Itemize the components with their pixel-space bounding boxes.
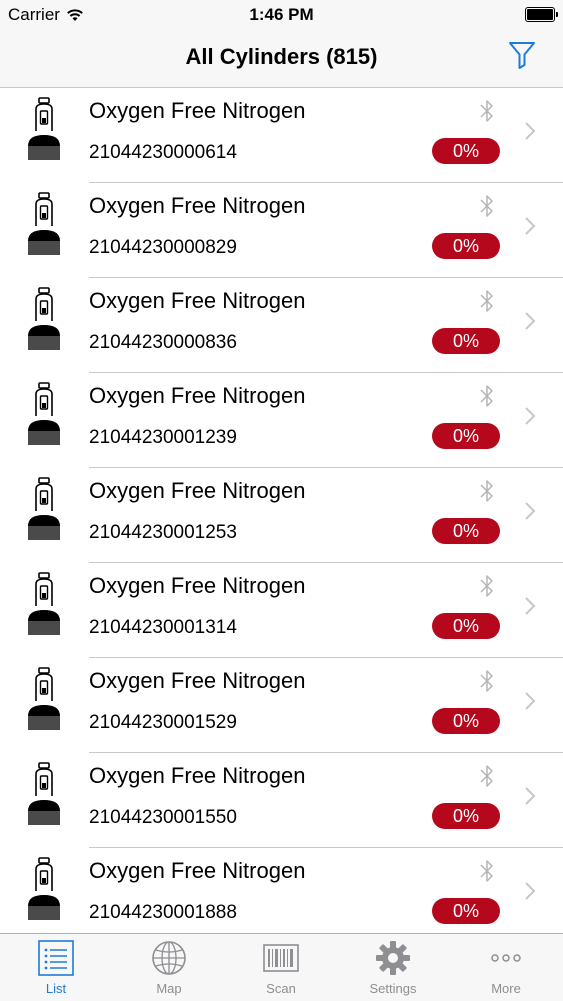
globe-icon	[152, 941, 186, 975]
tab-list[interactable]: List	[16, 940, 96, 996]
bluetooth-icon	[480, 385, 493, 407]
cylinder-icon	[28, 382, 60, 445]
battery-icon	[525, 7, 558, 22]
gear-icon	[376, 941, 410, 975]
cylinder-icon	[28, 287, 60, 350]
fill-level-badge: 0%	[432, 803, 500, 829]
bluetooth-icon	[480, 195, 493, 217]
tab-label: Scan	[266, 981, 296, 996]
chevron-right-icon	[525, 312, 536, 330]
bluetooth-icon	[480, 480, 493, 502]
more-icon	[491, 954, 521, 962]
bluetooth-icon	[480, 290, 493, 312]
fill-level-badge: 0%	[432, 138, 500, 164]
fill-level-badge: 0%	[432, 423, 500, 449]
cylinder-icon	[28, 97, 60, 160]
fill-level-badge: 0%	[432, 518, 500, 544]
cylinder-icon	[28, 857, 60, 920]
table-row[interactable]: Oxygen Free Nitrogen 21044230001550 0%	[0, 753, 563, 848]
gas-name: Oxygen Free Nitrogen	[89, 573, 306, 598]
status-bar: Carrier 1:46 PM	[0, 0, 563, 30]
chevron-right-icon	[525, 787, 536, 805]
serial-number: 21044230001550	[89, 807, 237, 828]
fill-level-badge: 0%	[432, 898, 500, 924]
serial-number: 21044230000614	[89, 142, 237, 163]
bluetooth-icon	[480, 765, 493, 787]
table-row[interactable]: Oxygen Free Nitrogen 21044230001529 0%	[0, 658, 563, 753]
fill-level-badge: 0%	[432, 328, 500, 354]
gas-name: Oxygen Free Nitrogen	[89, 193, 306, 218]
table-row[interactable]: Oxygen Free Nitrogen 21044230001239 0%	[0, 373, 563, 468]
tab-label: Map	[156, 981, 182, 996]
cylinder-icon	[28, 192, 60, 255]
fill-level-badge: 0%	[432, 708, 500, 734]
table-row[interactable]: Oxygen Free Nitrogen 21044230000836 0%	[0, 278, 563, 373]
gas-name: Oxygen Free Nitrogen	[89, 288, 306, 313]
cylinder-list: Oxygen Free Nitrogen 21044230000614 0% Oxyg…	[0, 88, 563, 933]
bluetooth-icon	[480, 100, 493, 122]
tab-bar: List Map Scan Settings More	[0, 933, 563, 1001]
table-row[interactable]: Oxygen Free Nitrogen 21044230001888 0%	[0, 848, 563, 933]
chevron-right-icon	[525, 122, 536, 140]
fill-level-badge: 0%	[432, 233, 500, 259]
fill-level-badge: 0%	[432, 613, 500, 639]
tab-label: Settings	[369, 981, 417, 996]
barcode-icon	[263, 944, 299, 972]
tab-map[interactable]: Map	[129, 940, 209, 996]
table-row[interactable]: Oxygen Free Nitrogen 21044230000614 0%	[0, 88, 563, 183]
gas-name: Oxygen Free Nitrogen	[89, 858, 306, 883]
serial-number: 21044230000836	[89, 332, 237, 353]
bluetooth-icon	[480, 860, 493, 882]
tab-scan[interactable]: Scan	[241, 940, 321, 996]
tab-label: List	[45, 981, 67, 996]
table-row[interactable]: Oxygen Free Nitrogen 21044230001314 0%	[0, 563, 563, 658]
bluetooth-icon	[480, 575, 493, 597]
serial-number: 21044230001239	[89, 427, 237, 448]
gas-name: Oxygen Free Nitrogen	[89, 763, 306, 788]
page-title: All Cylinders (815)	[185, 44, 378, 69]
gas-name: Oxygen Free Nitrogen	[89, 98, 306, 123]
chevron-right-icon	[525, 882, 536, 900]
cylinder-icon	[28, 572, 60, 635]
cylinder-icon	[28, 667, 60, 730]
chevron-right-icon	[525, 217, 536, 235]
cylinder-icon	[28, 762, 60, 825]
status-time: 1:46 PM	[249, 5, 314, 24]
cylinder-icon	[28, 477, 60, 540]
table-row[interactable]: Oxygen Free Nitrogen 21044230001253 0%	[0, 468, 563, 563]
gas-name: Oxygen Free Nitrogen	[89, 478, 306, 503]
chevron-right-icon	[525, 407, 536, 425]
serial-number: 21044230001529	[89, 712, 237, 733]
tab-more[interactable]: More	[466, 940, 546, 996]
navigation-bar: All Cylinders (815)	[0, 30, 563, 88]
serial-number: 21044230001314	[89, 617, 237, 638]
gas-name: Oxygen Free Nitrogen	[89, 383, 306, 408]
chevron-right-icon	[525, 597, 536, 615]
chevron-right-icon	[525, 502, 536, 520]
list-icon	[38, 940, 74, 976]
chevron-right-icon	[525, 692, 536, 710]
gas-name: Oxygen Free Nitrogen	[89, 668, 306, 693]
serial-number: 21044230001253	[89, 522, 237, 543]
tab-label: More	[491, 981, 521, 996]
filter-icon[interactable]	[507, 40, 537, 70]
serial-number: 21044230001888	[89, 902, 237, 923]
bluetooth-icon	[480, 670, 493, 692]
tab-settings[interactable]: Settings	[353, 940, 433, 996]
table-row[interactable]: Oxygen Free Nitrogen 21044230000829 0%	[0, 183, 563, 278]
serial-number: 21044230000829	[89, 237, 237, 258]
